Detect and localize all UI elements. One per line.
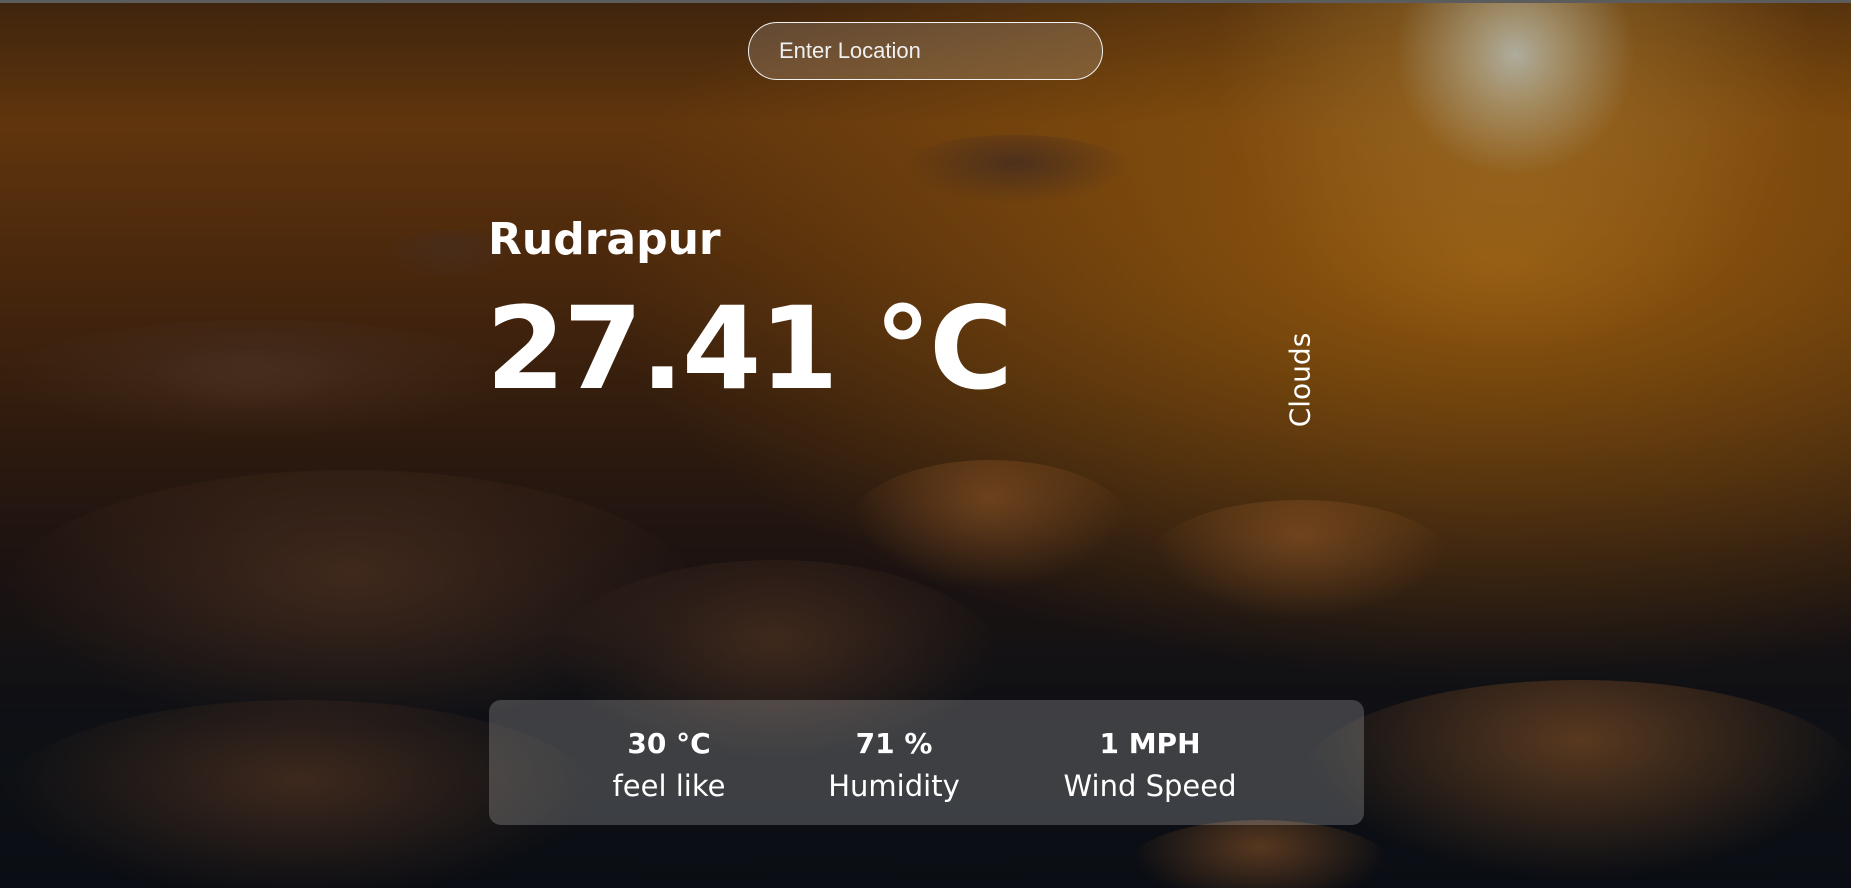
background-cloud [1150, 500, 1450, 620]
weather-condition: Clouds [1283, 332, 1317, 428]
weather-app: Rudrapur 27.41 °C Clouds 30 °C feel like… [0, 0, 1851, 888]
humidity-value: 71 % [855, 727, 933, 760]
background-cloud [900, 135, 1130, 205]
city-name: Rudrapur [488, 214, 721, 265]
wind-speed-stat: 1 MPH Wind Speed [1063, 724, 1236, 808]
humidity-label: Humidity [828, 769, 960, 803]
humidity-stat: 71 % Humidity [828, 724, 960, 808]
feels-like-stat: 30 °C feel like [613, 724, 726, 808]
wind-speed-label: Wind Speed [1063, 769, 1237, 803]
feels-like-label: feel like [612, 769, 726, 803]
wind-speed-value: 1 MPH [1099, 727, 1201, 760]
feels-like-value: 30 °C [627, 727, 711, 760]
background-cloud [150, 350, 350, 410]
location-search-input[interactable] [749, 23, 1102, 79]
current-temperature: 27.41 °C [486, 282, 1013, 415]
location-search-box[interactable] [748, 22, 1103, 80]
background-cloud [850, 460, 1130, 590]
weather-stats-panel: 30 °C feel like 71 % Humidity 1 MPH Wind… [489, 700, 1364, 825]
top-border [0, 0, 1851, 3]
